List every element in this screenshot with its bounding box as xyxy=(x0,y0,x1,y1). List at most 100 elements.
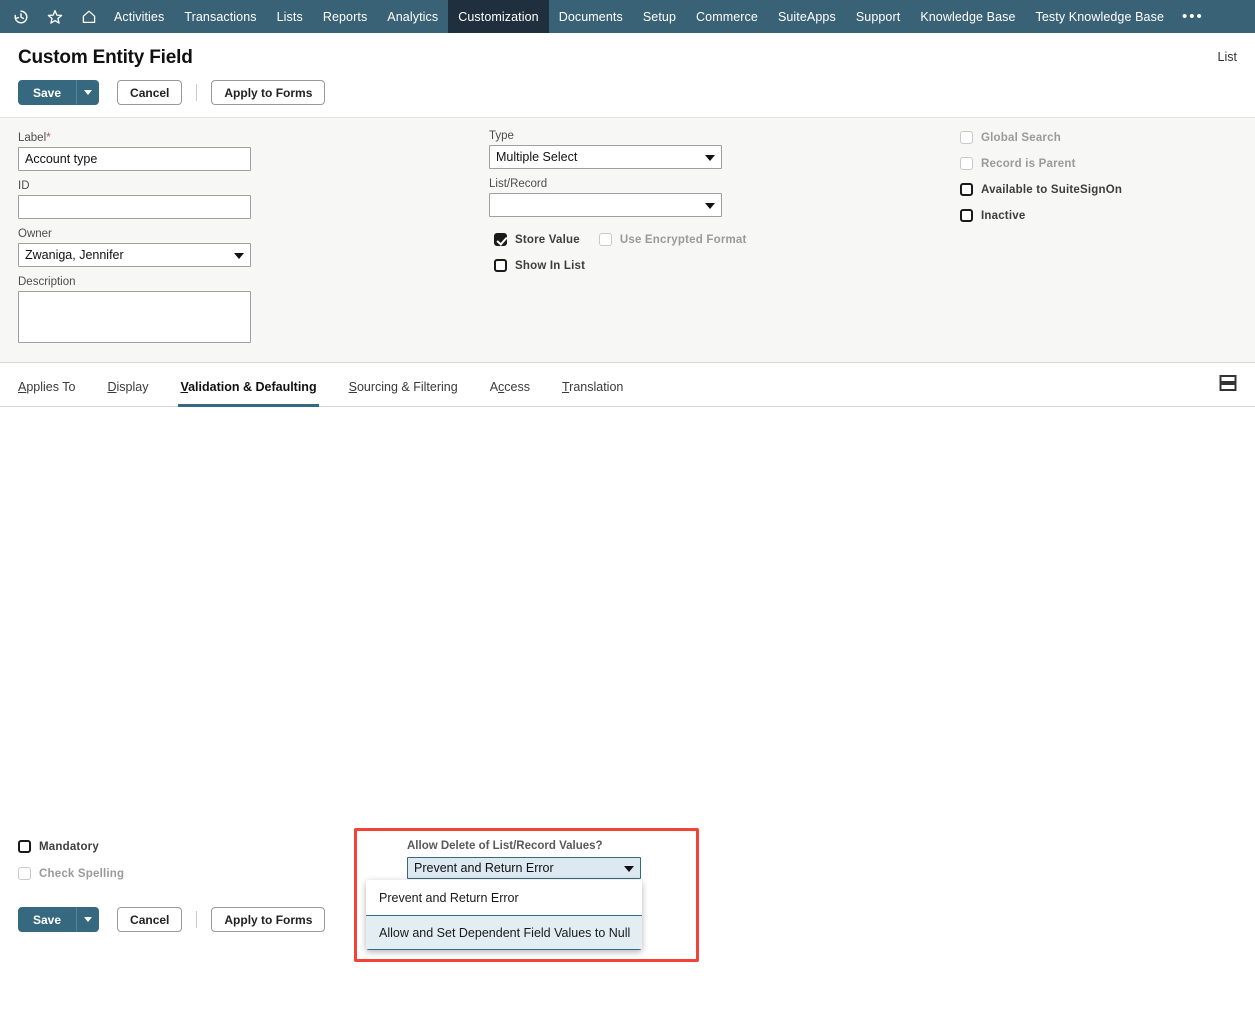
listrecord-select-wrapper xyxy=(489,193,722,217)
page-header: Custom Entity Field List Save Cancel App… xyxy=(0,33,1255,117)
checkbox-store-value-checkbox[interactable] xyxy=(494,233,507,246)
tab-list: Applies To Display Validation & Defaulting… xyxy=(18,380,655,406)
chevron-down-icon xyxy=(624,866,634,872)
checkbox-show-in-list-checkbox[interactable] xyxy=(494,259,507,272)
nav-item-transactions[interactable]: Transactions xyxy=(174,0,266,33)
owner-select[interactable]: Zwaniga, Jennifer xyxy=(18,243,251,267)
checkbox-inactive-label: Inactive xyxy=(981,210,1025,222)
nav-item-lists[interactable]: Lists xyxy=(267,0,313,33)
tab-translation[interactable]: Translation xyxy=(562,380,623,406)
validation-checkbox-group: Mandatory Check Spelling xyxy=(18,840,124,894)
save-button[interactable]: Save xyxy=(18,80,76,105)
id-input[interactable] xyxy=(18,195,251,219)
label-field-label: Label* xyxy=(18,130,251,144)
checkbox-available-to-suitesignon-checkbox[interactable] xyxy=(960,183,973,196)
nav-item-activities[interactable]: Activities xyxy=(104,0,174,33)
checkbox-inactive-row: Inactive xyxy=(960,209,1122,222)
nav-item-suiteapps[interactable]: SuiteApps xyxy=(768,0,846,33)
cancel-button-bottom[interactable]: Cancel xyxy=(117,907,182,932)
checkbox-store-value-label: Store Value xyxy=(515,234,580,246)
required-marker: * xyxy=(46,130,51,144)
allow-delete-select[interactable]: Prevent and Return Error xyxy=(407,857,641,879)
tab-display[interactable]: Display xyxy=(107,380,148,406)
form-column-middle: Type Multiple Select List/Record Store V… xyxy=(489,130,747,272)
description-field-label: Description xyxy=(18,276,251,288)
allow-delete-field-label: Allow Delete of List/Record Values? xyxy=(407,840,603,852)
allow-delete-selected-value: Prevent and Return Error xyxy=(414,861,554,875)
nav-item-documents[interactable]: Documents xyxy=(549,0,633,33)
id-field-label: ID xyxy=(18,180,251,192)
chevron-down-icon xyxy=(84,90,92,95)
dropdown-option-prevent-and-return-error[interactable]: Prevent and Return Error xyxy=(366,880,642,915)
list-view-icon[interactable] xyxy=(1219,375,1237,391)
form-column-right: Global Search Record is Parent Available t… xyxy=(960,131,1122,235)
save-dropdown-button[interactable] xyxy=(76,80,99,105)
owner-select-wrapper: Zwaniga, Jennifer xyxy=(18,243,251,267)
apply-to-forms-button[interactable]: Apply to Forms xyxy=(211,80,325,105)
checkbox-show-in-list-label: Show In List xyxy=(515,260,585,272)
dropdown-option-allow-and-set-dependent-field-values-to-null[interactable]: Allow and Set Dependent Field Values to … xyxy=(366,915,642,950)
nav-item-reports[interactable]: Reports xyxy=(313,0,377,33)
checkbox-global-search-checkbox xyxy=(960,131,973,144)
checkbox-record-is-parent-row: Record is Parent xyxy=(960,157,1122,170)
checkbox-mandatory-row: Mandatory xyxy=(18,840,124,853)
checkbox-global-search-label: Global Search xyxy=(981,132,1061,144)
tab-access[interactable]: Access xyxy=(490,380,530,406)
spacer xyxy=(18,267,251,276)
nav-item-knowledge-base[interactable]: Knowledge Base xyxy=(910,0,1025,33)
bottom-button-bar: Save Cancel Apply to Forms xyxy=(18,907,325,932)
list-link[interactable]: List xyxy=(1218,50,1237,64)
top-navigation-bar: ActivitiesTransactionsListsReportsAnalyt… xyxy=(0,0,1255,33)
checkbox-row-show-in-list: Show In List xyxy=(489,259,747,272)
nav-item-testy-knowledge-base[interactable]: Testy Knowledge Base xyxy=(1026,0,1174,33)
nav-item-support[interactable]: Support xyxy=(846,0,910,33)
type-select-wrapper: Multiple Select xyxy=(489,145,722,169)
nav-item-commerce[interactable]: Commerce xyxy=(686,0,768,33)
cancel-button[interactable]: Cancel xyxy=(117,80,182,105)
tab-validation-defaulting[interactable]: Validation & Defaulting xyxy=(180,380,316,406)
checkbox-check-spelling-label: Check Spelling xyxy=(39,868,124,880)
apply-to-forms-button-bottom[interactable]: Apply to Forms xyxy=(211,907,325,932)
section-tab-bar: Applies To Display Validation & Defaulting… xyxy=(0,363,1255,407)
nav-overflow-button[interactable]: ••• xyxy=(1174,0,1216,33)
checkbox-check-spelling-checkbox xyxy=(18,867,31,880)
button-separator xyxy=(196,911,197,928)
checkbox-global-search-row: Global Search xyxy=(960,131,1122,144)
listrecord-select[interactable] xyxy=(489,193,722,217)
checkbox-available-to-suitesignon-label: Available to SuiteSignOn xyxy=(981,184,1122,196)
checkbox-inactive-checkbox[interactable] xyxy=(960,209,973,222)
nav-item-analytics[interactable]: Analytics xyxy=(377,0,448,33)
nav-menu-items: ActivitiesTransactionsListsReportsAnalyt… xyxy=(104,0,1174,33)
checkbox-row-store-value: Store ValueUse Encrypted Format xyxy=(489,233,747,246)
checkbox-mandatory-checkbox[interactable] xyxy=(18,840,31,853)
button-separator xyxy=(196,84,197,101)
checkbox-record-is-parent-label: Record is Parent xyxy=(981,158,1076,170)
owner-field-label: Owner xyxy=(18,228,251,240)
checkbox-store-value-row: Store Value xyxy=(494,233,580,246)
checkbox-available-to-suitesignon-row: Available to SuiteSignOn xyxy=(960,183,1122,196)
history-icon[interactable] xyxy=(12,8,30,26)
page-title: Custom Entity Field xyxy=(0,47,1255,69)
allow-delete-dropdown-list: Prevent and Return ErrorAllow and Set De… xyxy=(366,880,642,950)
spacer xyxy=(18,219,251,228)
listrecord-field-label: List/Record xyxy=(489,178,747,190)
nav-item-customization[interactable]: Customization xyxy=(448,0,549,33)
top-button-bar: Save Cancel Apply to Forms xyxy=(0,69,1255,117)
checkbox-show-in-list-row: Show In List xyxy=(494,259,585,272)
label-input[interactable] xyxy=(18,147,251,171)
save-dropdown-button-bottom[interactable] xyxy=(76,907,99,932)
main-form-area: Label* ID Owner Zwaniga, Jennifer Descri… xyxy=(0,117,1255,363)
save-button-bottom[interactable]: Save xyxy=(18,907,76,932)
spacer xyxy=(18,171,251,180)
nav-item-setup[interactable]: Setup xyxy=(633,0,686,33)
star-icon[interactable] xyxy=(46,8,64,26)
home-icon[interactable] xyxy=(80,8,98,26)
type-select[interactable]: Multiple Select xyxy=(489,145,722,169)
description-textarea[interactable] xyxy=(18,291,251,343)
checkbox-mandatory-label: Mandatory xyxy=(39,841,99,853)
spacer xyxy=(489,169,747,178)
checkbox-check-spelling-row: Check Spelling xyxy=(18,867,124,880)
form-column-left: Label* ID Owner Zwaniga, Jennifer Descri… xyxy=(18,130,251,343)
tab-applies-to[interactable]: Applies To xyxy=(18,380,75,406)
tab-sourcing-filtering[interactable]: Sourcing & Filtering xyxy=(349,380,458,406)
